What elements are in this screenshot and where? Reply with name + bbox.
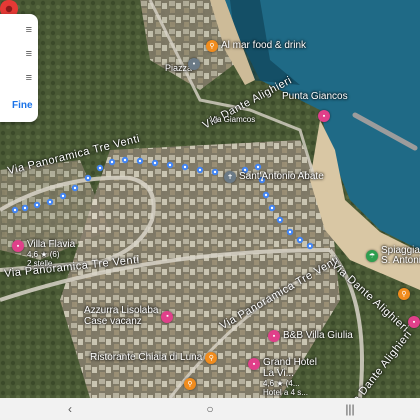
poi-grand-hotel[interactable]: ▪ Grand Hotel La Vi... 4,6 ★ (4... Hotel… (248, 358, 317, 397)
poi-bb-villa-giulia[interactable]: ▪ B&B Villa Giulia (268, 330, 353, 342)
satellite-map[interactable]: Via Panoramica Tre Venti Via Panoramica … (0, 0, 420, 398)
reorder-handle-icon[interactable]: ≡ (26, 72, 32, 84)
restaurant-icon: ⚲ (206, 40, 218, 52)
hotel-icon[interactable]: ▪ (408, 316, 420, 328)
road-label: Via Giamcos (210, 115, 256, 124)
poi-spiaggia[interactable]: ☂ Spiaggia S. Antonio (366, 246, 420, 266)
hotel-icon: ▪ (268, 330, 280, 342)
place-label: Punta Giancos (282, 91, 348, 102)
place-icon[interactable]: • (188, 58, 200, 70)
android-nav-bar: ‹ ○ ||| (0, 398, 420, 420)
directions-panel: ≡ ≡ ≡ Fine (0, 14, 38, 122)
done-button[interactable]: Fine (12, 100, 33, 111)
hotel-icon: ▪ (248, 358, 260, 370)
recents-button[interactable]: ||| (330, 402, 370, 416)
hotel-icon: ▪ (161, 310, 174, 323)
beach-icon: ☂ (366, 250, 378, 262)
restaurant-icon[interactable]: ⚲ (184, 378, 196, 390)
restaurant-icon: ⚲ (205, 352, 218, 364)
poi-ristorante[interactable]: Ristorante Chiaia di Luna ⚲ (90, 352, 218, 364)
poi-azzurra[interactable]: Azzurra Lisolaba Case vacanz ▪ (84, 306, 174, 327)
reorder-handle-icon[interactable]: ≡ (26, 24, 32, 36)
home-button[interactable]: ○ (190, 402, 230, 416)
poi-villa-flavia[interactable]: ▪ Villa Flavia 4,6 ★ (6) 2 stelle (12, 240, 75, 268)
hotel-icon[interactable]: ▪ (318, 110, 330, 122)
poi-almar[interactable]: ⚲ Al mar food & drink (206, 40, 306, 52)
church-icon: ✝ (224, 171, 236, 183)
back-button[interactable]: ‹ (50, 402, 90, 416)
hotel-icon: ▪ (12, 240, 24, 252)
map-imagery (0, 0, 420, 398)
reorder-handle-icon[interactable]: ≡ (26, 48, 32, 60)
poi-sant-antonio[interactable]: ✝ Sant'Antonio Abate (224, 171, 324, 183)
restaurant-icon[interactable]: ⚲ (398, 288, 410, 300)
